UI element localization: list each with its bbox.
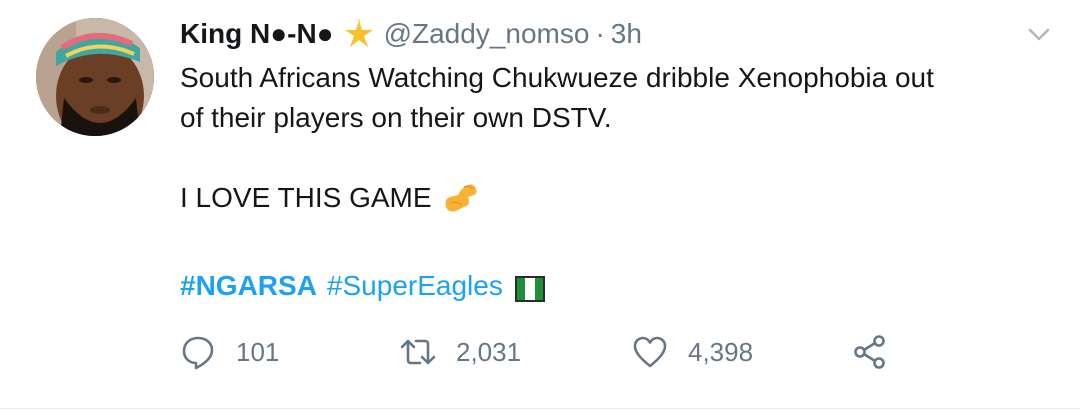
- tweet-text-line-blank: [180, 138, 1060, 178]
- hashtag-supereagles[interactable]: #SuperEagles: [327, 266, 503, 306]
- tweet-text-line: South Africans Watching Chukwueze dribbl…: [180, 62, 934, 93]
- reply-icon: [182, 336, 214, 370]
- heart-icon: [633, 336, 667, 368]
- chevron-down-icon[interactable]: [1026, 22, 1052, 48]
- hashtag-ngarsa[interactable]: #NGARSA: [180, 266, 317, 306]
- user-handle[interactable]: @Zaddy_nomso: [384, 18, 590, 50]
- tweet-text-line: of their players on their own DSTV.: [180, 102, 612, 133]
- tweet-text-line: I LOVE THIS GAME: [180, 182, 432, 213]
- tweet-header: King N●-N● @Zaddy_nomso · 3h: [180, 14, 642, 54]
- hashtags: #NGARSA #SuperEagles: [180, 266, 545, 306]
- reply-count: 101: [236, 336, 280, 367]
- share-button[interactable]: [852, 332, 888, 372]
- display-name[interactable]: King N●-N●: [180, 18, 334, 50]
- like-button[interactable]: 4,398: [632, 332, 753, 372]
- like-count: 4,398: [688, 336, 754, 367]
- star-icon: [344, 19, 374, 49]
- tweet-text: South Africans Watching Chukwueze dribbl…: [180, 58, 1060, 218]
- share-icon: [854, 335, 885, 369]
- retweet-count: 2,031: [456, 336, 522, 367]
- avatar[interactable]: [36, 18, 154, 136]
- tweet-text-line-wrap: I LOVE THIS GAME: [180, 178, 1060, 218]
- flexed-biceps-icon: [442, 179, 482, 213]
- reply-button[interactable]: 101: [180, 332, 279, 372]
- retweet-button[interactable]: 2,031: [400, 332, 521, 372]
- divider: [0, 408, 1080, 409]
- timestamp[interactable]: 3h: [611, 18, 642, 50]
- retweet-icon: [400, 339, 436, 365]
- avatar-image: [36, 18, 154, 136]
- tweet-actions: 101 2,031 4,398: [180, 332, 1060, 372]
- separator-dot: ·: [595, 18, 605, 49]
- tweet-card[interactable]: King N●-N● @Zaddy_nomso · 3h South Afric…: [0, 0, 1080, 412]
- nigeria-flag-icon: [514, 273, 545, 302]
